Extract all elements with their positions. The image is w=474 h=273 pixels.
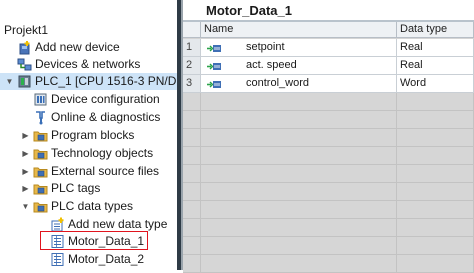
variable-name: act. speed [246,59,297,71]
data-type-editor: Motor_Data_1 Name Data type 1 setpoint Real 2… [183,0,474,273]
tree-item-add-new-device[interactable]: Add new device [0,39,177,56]
data-type-cell[interactable]: Word [397,75,474,93]
expand-arrow-icon[interactable]: ▶ [21,149,30,158]
empty-cell [397,255,474,273]
empty-cell [183,183,201,201]
tree-item-devices-networks[interactable]: Devices & networks [0,56,177,73]
static-variable-icon [207,60,222,70]
tree-item-external-source-files[interactable]: ▶ External source files [0,163,177,180]
tree-item-label: Motor_Data_2 [68,252,145,266]
empty-cell [183,93,201,111]
row-number[interactable]: 2 [183,57,201,75]
empty-cell [183,237,201,255]
row-number[interactable]: 1 [183,39,201,57]
empty-cell [201,93,397,111]
tree-item-projekt1[interactable]: Projekt1 [0,22,177,39]
tree-item-device-configuration[interactable]: Device configuration [0,91,177,108]
declaration-table: Name Data type 1 setpoint Real 2 act. speed Rea… [183,22,474,273]
add-datatype-icon [50,217,65,232]
tree-item-label: Projekt1 [4,23,49,37]
column-header-data-type[interactable]: Data type [397,22,474,38]
tree-item-label: PLC tags [51,181,101,195]
data-type-cell[interactable]: Real [397,39,474,57]
empty-cell [183,255,201,273]
variable-name: control_word [246,77,309,89]
network-icon [17,57,32,72]
tree-item-label: External source files [51,164,160,178]
empty-cell [201,147,397,165]
highlight-frame [40,231,148,250]
variable-name: setpoint [246,41,285,53]
static-variable-icon [207,42,222,52]
empty-cell [397,201,474,219]
project-tree: Projekt1 Add new device Devices & networks… [0,0,177,270]
tree-item-plc-1-cpu-1516-3-pn-dp[interactable]: ▼ PLC_1 [CPU 1516-3 PN/DP] [0,73,177,90]
device-config-icon [33,92,48,107]
empty-cell [397,237,474,255]
tree-item-label: Online & diagnostics [51,110,161,124]
name-cell[interactable]: act. speed [201,57,397,75]
static-variable-icon [207,78,222,88]
tree-item-technology-objects[interactable]: ▶ Technology objects [0,145,177,162]
empty-cell [397,111,474,129]
tree-item-label: Program blocks [51,128,135,142]
folder-icon [33,199,48,214]
folder-icon [33,146,48,161]
empty-cell [397,165,474,183]
empty-cell [397,183,474,201]
data-type-cell[interactable]: Real [397,57,474,75]
folder-icon [33,181,48,196]
empty-cell [397,129,474,147]
plc-icon [17,74,32,89]
expand-arrow-icon[interactable]: ▶ [21,184,30,193]
tree-item-label: Device configuration [51,92,160,106]
empty-cell [397,219,474,237]
empty-cell [183,147,201,165]
row-number[interactable]: 3 [183,75,201,93]
empty-cell [201,237,397,255]
diagnostics-icon [33,110,48,125]
empty-cell [201,201,397,219]
expand-arrow-icon[interactable]: ▶ [21,167,30,176]
column-header-number[interactable] [183,22,201,38]
empty-cell [201,129,397,147]
tree-item-label: Technology objects [51,146,154,160]
expand-arrow-icon[interactable]: ▶ [21,131,30,140]
collapse-arrow-icon[interactable]: ▼ [21,202,30,211]
empty-cell [183,111,201,129]
empty-cell [397,93,474,111]
tree-item-label: Add new data type [68,217,168,231]
empty-cell [201,183,397,201]
tree-item-program-blocks[interactable]: ▶ Program blocks [0,127,177,144]
tree-item-plc-data-types[interactable]: ▼ PLC data types [0,198,177,215]
tree-item-motor-data-2[interactable]: Motor_Data_2 [0,251,177,268]
name-cell[interactable]: control_word [201,75,397,93]
empty-cell [201,255,397,273]
name-cell[interactable]: setpoint [201,39,397,57]
empty-cell [183,219,201,237]
folder-icon [33,164,48,179]
empty-cell [183,201,201,219]
tree-item-online-diagnostics[interactable]: Online & diagnostics [0,109,177,126]
collapse-arrow-icon[interactable]: ▼ [5,77,14,86]
folder-icon [33,128,48,143]
column-header-name[interactable]: Name [201,22,397,38]
add-device-icon [17,40,32,55]
empty-cell [201,219,397,237]
empty-cell [183,129,201,147]
empty-cell [201,165,397,183]
empty-cell [183,165,201,183]
empty-cell [201,111,397,129]
tree-item-plc-tags[interactable]: ▶ PLC tags [0,180,177,197]
tree-item-label: Devices & networks [35,57,141,71]
empty-cell [397,147,474,165]
datatype-icon [50,252,65,267]
tree-item-label: PLC data types [51,199,134,213]
tree-item-label: PLC_1 [CPU 1516-3 PN/DP] [35,74,177,88]
editor-title: Motor_Data_1 [183,0,474,22]
tree-item-label: Add new device [35,40,120,54]
